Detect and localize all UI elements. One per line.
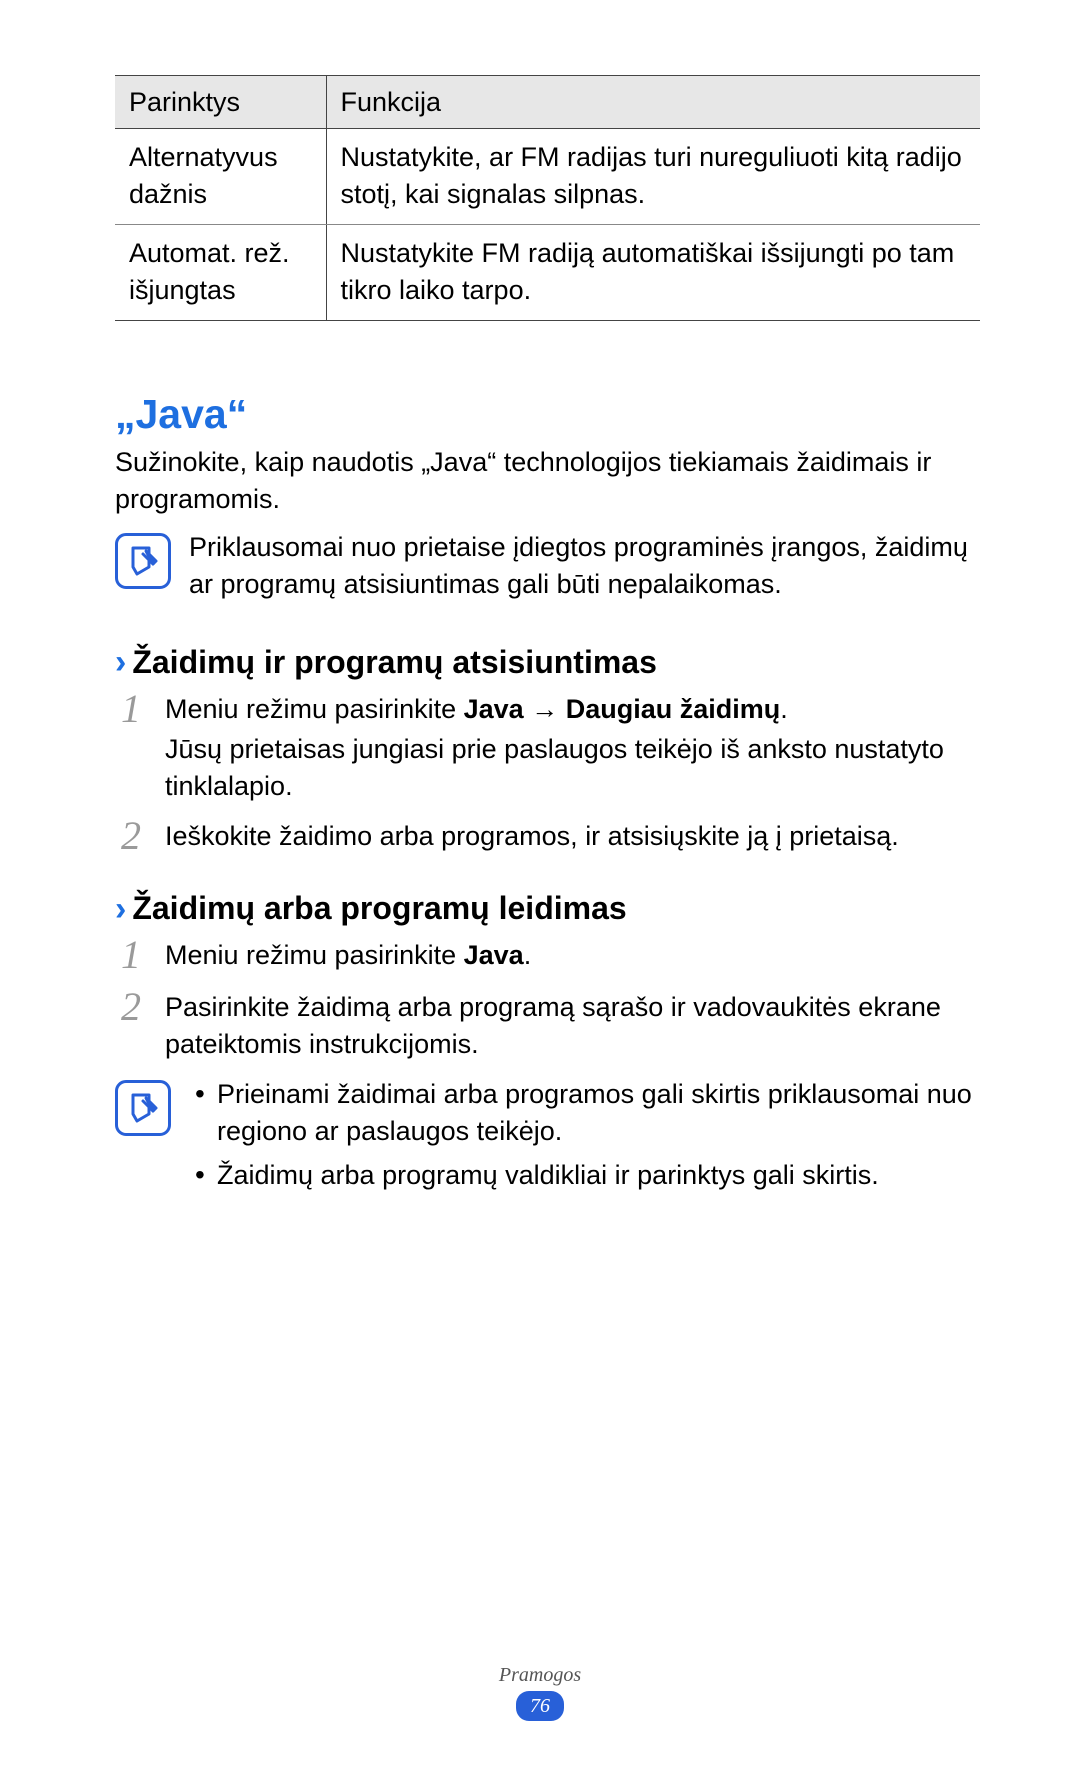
table-row: Alternatyvus dažnis Nustatykite, ar FM r… [115,129,980,225]
table-cell-option: Automat. rež. išjungtas [115,225,326,321]
table-cell-function: Nustatykite FM radiją automatiškai išsij… [326,225,980,321]
step-body: Pasirinkite žaidimą arba programą sąrašo… [165,989,980,1062]
step-subtext: Jūsų prietaisas jungiasi prie paslaugos … [165,731,980,804]
note-icon [115,533,171,589]
intro-paragraph: Sužinokite, kaip naudotis „Java“ technol… [115,444,980,517]
list-item: 2 Pasirinkite žaidimą arba programą sąra… [115,989,980,1062]
step-bold: Java [464,694,524,724]
options-table: Parinktys Funkcija Alternatyvus dažnis N… [115,75,980,321]
section-heading-java: „Java“ [115,391,980,438]
subsection-title: Žaidimų arba programų leidimas [132,890,626,927]
table-row: Automat. rež. išjungtas Nustatykite FM r… [115,225,980,321]
step-body: Meniu režimu pasirinkite Java. [165,937,980,973]
chevron-right-icon: › [115,645,126,679]
chevron-right-icon: › [115,892,126,926]
list-item: 1 Meniu režimu pasirinkite Java → Daugia… [115,691,980,804]
list-item: 2 Ieškokite žaidimo arba programos, ir a… [115,818,980,856]
page-number-badge: 76 [516,1691,564,1721]
note-block: Prieinami žaidimai arba programos gali s… [115,1076,980,1201]
step-body: Ieškokite žaidimo arba programos, ir ats… [165,818,980,854]
step-text: . [524,940,532,970]
subsection-title: Žaidimų ir programų atsisiuntimas [132,644,657,681]
step-body: Meniu režimu pasirinkite Java → Daugiau … [165,691,980,804]
note-block: Priklausomai nuo prietaise įdiegtos prog… [115,529,980,602]
step-bold: Daugiau žaidimų [566,694,781,724]
step-number: 1 [115,935,147,975]
step-number: 2 [115,816,147,856]
note-text: Prieinami žaidimai arba programos gali s… [189,1076,980,1201]
table-header-options: Parinktys [115,76,326,129]
note-text: Priklausomai nuo prietaise įdiegtos prog… [189,529,980,602]
arrow-text: → [524,694,566,724]
document-page: Parinktys Funkcija Alternatyvus dažnis N… [0,0,1080,1771]
step-text: . [780,694,788,724]
page-footer: Pramogos 76 [0,1664,1080,1721]
step-text: Meniu režimu pasirinkite [165,694,464,724]
note-icon [115,1080,171,1136]
footer-category: Pramogos [0,1664,1080,1687]
note-list-item: Prieinami žaidimai arba programos gali s… [189,1076,980,1149]
table-cell-option: Alternatyvus dažnis [115,129,326,225]
list-item: 1 Meniu režimu pasirinkite Java. [115,937,980,975]
numbered-steps: 1 Meniu režimu pasirinkite Java → Daugia… [115,691,980,856]
note-list-item: Žaidimų arba programų valdikliai ir pari… [189,1157,980,1193]
step-number: 2 [115,987,147,1027]
table-cell-function: Nustatykite, ar FM radijas turi nureguli… [326,129,980,225]
numbered-steps: 1 Meniu režimu pasirinkite Java. 2 Pasir… [115,937,980,1062]
table-header-function: Funkcija [326,76,980,129]
step-text: Meniu režimu pasirinkite [165,940,464,970]
step-bold: Java [464,940,524,970]
subsection-heading-run: › Žaidimų arba programų leidimas [115,890,980,927]
subsection-heading-download: › Žaidimų ir programų atsisiuntimas [115,644,980,681]
step-number: 1 [115,689,147,729]
